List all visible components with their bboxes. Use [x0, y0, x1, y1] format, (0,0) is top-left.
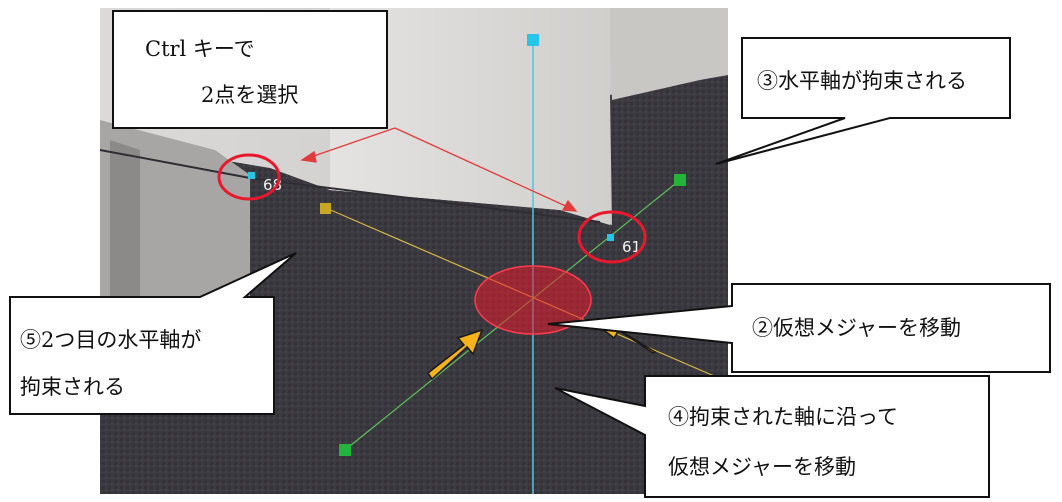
- square-handle-icon[interactable]: [320, 203, 331, 214]
- callout-line: ⑤2つ目の水平軸が: [20, 328, 201, 352]
- square-handle-icon[interactable]: [674, 174, 686, 186]
- screenshot-scene: 68 61 Ctrl キーで 2点を選択 ③水平軸が拘束される ②仮想メジャーを…: [9, 8, 1051, 498]
- callout-line: ④拘束された軸に沿って: [668, 405, 898, 429]
- square-handle-icon[interactable]: [339, 444, 351, 456]
- selected-point-right[interactable]: [607, 234, 614, 241]
- callout-line: Ctrl キーで: [145, 37, 255, 61]
- callout-select-points: Ctrl キーで 2点を選択: [112, 10, 388, 129]
- callout-box: [715, 37, 1011, 165]
- callout-line: 仮想メジャーを移動: [668, 455, 856, 479]
- square-handle-icon[interactable]: [527, 34, 539, 46]
- callout-box: [112, 10, 388, 129]
- callout-horizontal-axis: ③水平軸が拘束される: [715, 37, 1011, 165]
- callout-line: ③水平軸が拘束される: [757, 69, 967, 93]
- callout-line: ②仮想メジャーを移動: [752, 316, 961, 340]
- callout-line: 2点を選択: [201, 83, 298, 107]
- callout-line: 拘束される: [20, 375, 125, 399]
- selected-point-left[interactable]: [248, 172, 255, 179]
